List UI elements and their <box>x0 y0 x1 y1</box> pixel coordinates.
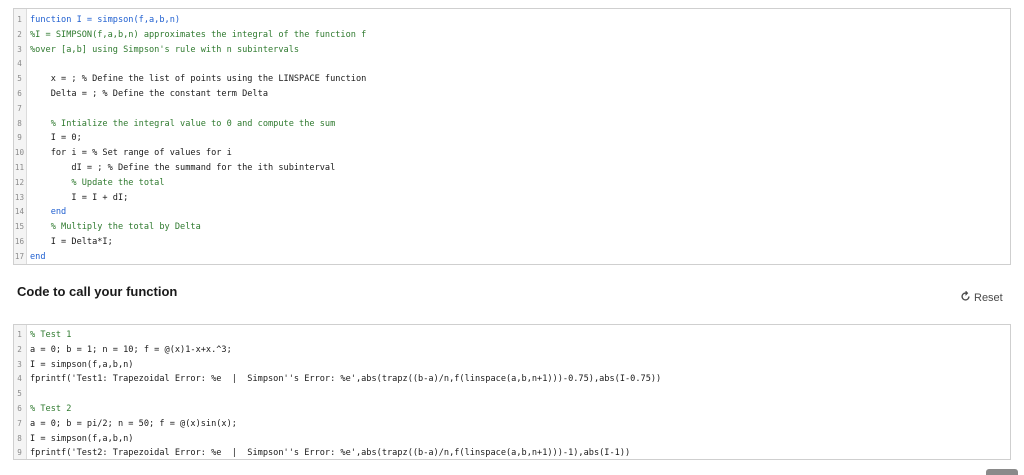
code-line[interactable]: 7 a = 0; b = pi/2; n = 50; f = @(x)sin(x)… <box>14 417 1010 431</box>
line-number: 11 <box>14 163 25 172</box>
reset-button[interactable]: Reset <box>960 290 1003 305</box>
code-text: %I = SIMPSON(f,a,b,n) approximates the i… <box>30 29 367 40</box>
code-line[interactable]: 3 %over [a,b] using Simpson's rule with n… <box>14 43 1010 57</box>
code-line[interactable]: 13 I = I + dI; <box>14 191 1010 205</box>
code-text: % Test 2 <box>30 404 72 414</box>
reset-icon <box>960 290 971 305</box>
code-line[interactable]: 1 function I = simpson(f,a,b,n) <box>14 13 1010 27</box>
line-number: 15 <box>14 222 25 232</box>
line-number: 9 <box>17 448 22 458</box>
line-number: 10 <box>14 148 25 158</box>
code-line[interactable]: 11 dI = ; % Define the summand for the i… <box>14 161 1010 175</box>
code-line[interactable]: 15 % Multiply the total by Delta <box>14 220 1010 234</box>
code-text: dI = ; % Define the summand for the ith … <box>30 163 336 173</box>
code-text: % Test 1 <box>30 330 72 340</box>
line-number: 6 <box>17 404 22 413</box>
code-text: Delta = ; % Define the constant term Del… <box>30 89 268 99</box>
line-number: 8 <box>17 118 22 128</box>
code-text: I = simpson(f,a,b,n) <box>30 359 134 370</box>
line-number: 1 <box>17 330 22 339</box>
code-text: end <box>30 251 46 262</box>
code-text: x = ; % Define the list of points using … <box>30 74 367 85</box>
code-line[interactable]: 3 I = simpson(f,a,b,n) <box>14 358 1010 372</box>
function-code-editor[interactable]: 1 function I = simpson(f,a,b,n) 2 %I = SIMP… <box>13 8 1011 265</box>
code-text: I = Delta*I; <box>30 237 113 247</box>
code-line[interactable]: 16 I = Delta*I; <box>14 235 1010 249</box>
scroll-handle[interactable] <box>986 469 1018 475</box>
code-text: I = I + dI; <box>30 192 129 203</box>
call-code-editor[interactable]: 1 % Test 1 2 a = 0; b = 1; n = 10; f = @(x)… <box>13 324 1011 460</box>
line-number: 7 <box>17 418 22 428</box>
code-line[interactable]: 7 <box>14 102 1010 116</box>
code-text: fprintf('Test1: Trapezoidal Error: %e | … <box>30 374 662 385</box>
line-number: 5 <box>17 74 22 84</box>
code-line[interactable]: 12 % Update the total <box>14 176 1010 190</box>
line-number: 8 <box>17 433 22 443</box>
code-text: for i = % Set range of values for i <box>30 148 232 159</box>
code-line[interactable]: 4 fprintf('Test1: Trapezoidal Error: %e |… <box>14 372 1010 386</box>
line-number: 4 <box>17 374 22 384</box>
line-number: 2 <box>17 29 22 39</box>
call-section-title: Code to call your function <box>17 284 178 299</box>
line-number: 17 <box>14 251 25 261</box>
line-number: 16 <box>14 237 25 246</box>
line-number: 1 <box>17 15 22 24</box>
line-number: 12 <box>14 177 25 187</box>
code-line[interactable]: 5 <box>14 387 1010 401</box>
code-line[interactable]: 9 fprintf('Test2: Trapezoidal Error: %e |… <box>14 446 1010 459</box>
code-text: % Multiply the total by Delta <box>30 222 201 233</box>
code-line[interactable]: 9 I = 0; <box>14 131 1010 145</box>
line-number: 3 <box>17 44 22 54</box>
line-number: 3 <box>17 359 22 369</box>
line-number: 9 <box>17 133 22 143</box>
line-number: 4 <box>17 59 22 69</box>
code-line[interactable]: 6 % Test 2 <box>14 402 1010 416</box>
code-line[interactable]: 17 end <box>14 250 1010 264</box>
code-text: I = simpson(f,a,b,n) <box>30 433 134 444</box>
line-number: 14 <box>14 207 25 217</box>
code-text: I = 0; <box>30 133 82 144</box>
code-line[interactable]: 8 % Intialize the integral value to 0 an… <box>14 117 1010 131</box>
line-number: 13 <box>14 192 25 202</box>
code-text: a = 0; b = pi/2; n = 50; f = @(x)sin(x); <box>30 418 237 429</box>
line-number: 7 <box>17 103 22 113</box>
code-text: end <box>30 207 67 218</box>
code-line[interactable]: 10 for i = % Set range of values for i <box>14 146 1010 160</box>
code-line[interactable]: 2 %I = SIMPSON(f,a,b,n) approximates the … <box>14 28 1010 42</box>
code-line[interactable]: 14 end <box>14 205 1010 219</box>
code-text: % Intialize the integral value to 0 and … <box>30 118 336 129</box>
code-text: a = 0; b = 1; n = 10; f = @(x)1-x+x.^3; <box>30 344 232 355</box>
code-line[interactable]: 6 Delta = ; % Define the constant term D… <box>14 87 1010 101</box>
code-line[interactable]: 8 I = simpson(f,a,b,n) <box>14 432 1010 446</box>
code-line[interactable]: 1 % Test 1 <box>14 328 1010 342</box>
line-number: 6 <box>17 89 22 98</box>
code-line[interactable]: 2 a = 0; b = 1; n = 10; f = @(x)1-x+x.^3; <box>14 343 1010 357</box>
code-text: function I = simpson(f,a,b,n) <box>30 15 181 25</box>
code-text: % Update the total <box>30 177 165 188</box>
line-number: 5 <box>17 389 22 399</box>
code-line[interactable]: 4 <box>14 57 1010 71</box>
code-line[interactable]: 5 x = ; % Define the list of points usin… <box>14 72 1010 86</box>
code-text: fprintf('Test2: Trapezoidal Error: %e | … <box>30 448 631 459</box>
reset-label: Reset <box>974 292 1003 304</box>
code-text: %over [a,b] using Simpson's rule with n … <box>30 44 300 55</box>
line-number: 2 <box>17 344 22 354</box>
